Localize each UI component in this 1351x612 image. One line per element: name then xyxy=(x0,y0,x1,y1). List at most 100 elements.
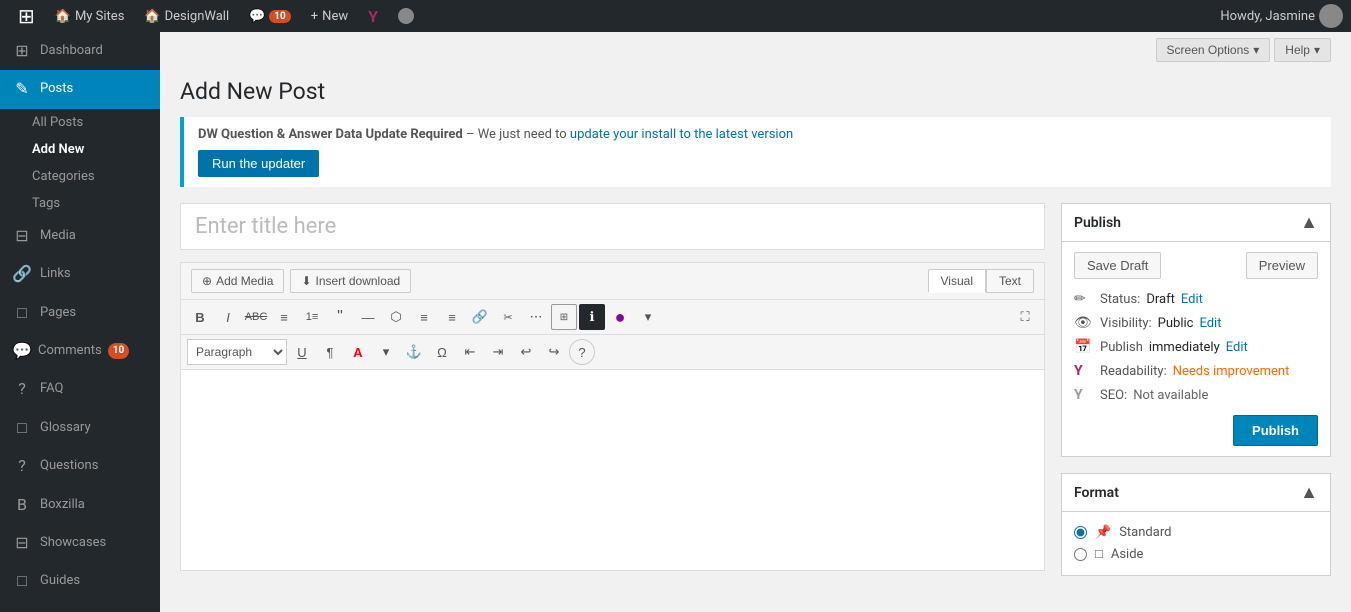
submenu-tags[interactable]: Tags xyxy=(0,190,160,217)
toolbar-align-left[interactable]: ⬡ xyxy=(383,304,409,330)
add-media-button[interactable]: ⊕ Add Media xyxy=(191,269,284,293)
site-icon: 🏠 xyxy=(144,9,160,24)
main-content: Screen Options ▾ Help ▾ Add New Post DW … xyxy=(160,32,1351,612)
toolbar-redo[interactable]: ↪ xyxy=(541,339,567,365)
insert-download-button[interactable]: ⬇ Insert download xyxy=(290,269,411,293)
yoast-icon-button[interactable]: Y xyxy=(358,0,388,32)
sidebar-item-media[interactable]: ⊟ Media xyxy=(0,217,160,255)
editor-content-area[interactable] xyxy=(181,370,1044,570)
publish-timing-value: immediately xyxy=(1149,340,1220,355)
toolbar-help[interactable]: ? xyxy=(569,339,595,365)
toolbar-undo[interactable]: ↩ xyxy=(513,339,539,365)
new-content-button[interactable]: + New xyxy=(301,0,358,32)
run-updater-button[interactable]: Run the updater xyxy=(198,150,319,177)
toolbar-info[interactable]: ℹ xyxy=(579,304,605,330)
new-label: New xyxy=(322,9,348,24)
sidebar-item-boxzilla[interactable]: B Boxzilla xyxy=(0,486,160,524)
toolbar-hr[interactable]: — xyxy=(355,304,381,330)
toolbar-align-center[interactable]: ≡ xyxy=(411,304,437,330)
toolbar-table[interactable]: ⊞ xyxy=(551,304,577,330)
submenu-categories[interactable]: Categories xyxy=(0,163,160,190)
format-aside-icon: □ xyxy=(1095,546,1103,562)
post-title-input[interactable] xyxy=(180,203,1045,250)
tab-text[interactable]: Text xyxy=(986,269,1034,293)
toolbar-strikethrough[interactable]: ABC xyxy=(243,304,269,330)
toolbar-bold[interactable]: B xyxy=(187,304,213,330)
toolbar-text-color[interactable]: A xyxy=(345,339,371,365)
status-label: Status: xyxy=(1100,292,1140,307)
toolbar-purple-circle[interactable]: ● xyxy=(607,304,633,330)
sidebar-label-posts: Posts xyxy=(40,80,73,98)
adminbar-user[interactable]: Howdy, Jasmine xyxy=(1220,4,1343,28)
notice-separator: – We just need to xyxy=(466,127,570,142)
sidebar-item-posts[interactable]: ✎ Posts xyxy=(0,70,160,108)
page-title: Add New Post xyxy=(180,78,1331,105)
toolbar-ul[interactable]: ≡ xyxy=(271,304,297,330)
toolbar-color-dropdown[interactable]: ▾ xyxy=(373,339,399,365)
toolbar-fullscreen[interactable]: ⛶ xyxy=(1012,304,1038,330)
publish-button[interactable]: Publish xyxy=(1233,415,1318,446)
status-edit-link[interactable]: Edit xyxy=(1181,292,1203,307)
wp-logo-icon: ⊞ xyxy=(18,4,35,28)
sidebar-item-questions[interactable]: ? Questions xyxy=(0,447,160,485)
toolbar-align-right[interactable]: ≡ xyxy=(439,304,465,330)
status-icon: ✏ xyxy=(1074,291,1094,307)
save-draft-button[interactable]: Save Draft xyxy=(1074,252,1161,279)
toolbar-more[interactable]: ⋯ xyxy=(523,304,549,330)
user-status-icon[interactable] xyxy=(388,0,424,32)
comments-button[interactable]: 💬 10 xyxy=(239,0,301,32)
publish-metabox-header[interactable]: Publish ▲ xyxy=(1062,204,1330,242)
tab-visual[interactable]: Visual xyxy=(928,269,986,293)
sidebar-item-links[interactable]: 🔗 Links xyxy=(0,255,160,293)
toolbar-outdent[interactable]: ⇤ xyxy=(457,339,483,365)
screen-options-button[interactable]: Screen Options ▾ xyxy=(1156,38,1271,62)
sidebar-item-pages[interactable]: □ Pages xyxy=(0,294,160,332)
notice-link[interactable]: update your install to the latest versio… xyxy=(570,127,793,142)
format-radio-aside[interactable] xyxy=(1074,548,1087,561)
site-name-link[interactable]: 🏠 DesignWall xyxy=(134,0,239,32)
format-metabox: Format ▲ 📌 Standard xyxy=(1061,473,1331,576)
format-title: Format xyxy=(1074,485,1119,501)
toolbar-special-char[interactable]: Ω xyxy=(429,339,455,365)
post-editor-wrap: ⊕ Add Media ⬇ Insert download Visual xyxy=(180,203,1331,592)
format-metabox-header[interactable]: Format ▲ xyxy=(1062,474,1330,512)
toolbar-anchor[interactable]: ⚓ xyxy=(401,339,427,365)
visibility-edit-link[interactable]: Edit xyxy=(1199,316,1221,331)
help-button[interactable]: Help ▾ xyxy=(1274,38,1331,62)
sidebar-item-guides[interactable]: □ Guides xyxy=(0,562,160,600)
toolbar-indent[interactable]: ⇥ xyxy=(485,339,511,365)
editor-area: ⊕ Add Media ⬇ Insert download Visual xyxy=(180,203,1045,571)
my-sites-menu[interactable]: 🏠 My Sites xyxy=(45,0,135,32)
publish-toggle-icon: ▲ xyxy=(1300,212,1318,233)
format-standard-label: Standard xyxy=(1119,525,1171,540)
submenu-all-posts[interactable]: All Posts xyxy=(0,109,160,136)
media-icon: ⊟ xyxy=(12,225,32,247)
toolbar-italic[interactable]: I xyxy=(215,304,241,330)
sidebar-item-showcases[interactable]: ⊟ Showcases xyxy=(0,524,160,562)
sidebar-item-comments[interactable]: 💬 Comments 10 xyxy=(0,332,160,370)
toolbar-link[interactable]: 🔗 xyxy=(467,304,493,330)
toolbar-paragraph[interactable]: ¶ xyxy=(317,339,343,365)
toolbar-unlink[interactable]: ✂ xyxy=(495,304,521,330)
links-icon: 🔗 xyxy=(12,263,32,285)
wp-logo-button[interactable]: ⊞ xyxy=(8,0,45,32)
toolbar-dropdown[interactable]: ▾ xyxy=(635,304,661,330)
sidebar-label-guides: Guides xyxy=(40,572,80,590)
submenu-add-new[interactable]: Add New xyxy=(0,136,160,163)
toolbar-blockquote[interactable]: " xyxy=(327,304,353,330)
faq-icon: ? xyxy=(12,378,32,400)
preview-button[interactable]: Preview xyxy=(1246,252,1318,279)
format-select[interactable]: Paragraph Heading 1 Heading 2 Heading 3 … xyxy=(187,339,287,365)
sidebar-item-dashboard[interactable]: ⊞ Dashboard xyxy=(0,32,160,70)
publish-time-edit-link[interactable]: Edit xyxy=(1226,340,1248,355)
user-circle-icon xyxy=(398,8,414,24)
toolbar-underline[interactable]: U xyxy=(289,339,315,365)
sidebar-item-glossary[interactable]: □ Glossary xyxy=(0,409,160,447)
visibility-row: 👁 Visibility: Public Edit xyxy=(1074,315,1318,331)
toolbar-ol[interactable]: 1≡ xyxy=(299,304,325,330)
format-radio-standard[interactable] xyxy=(1074,526,1087,539)
help-label: Help xyxy=(1285,43,1310,57)
sidebar-item-faq[interactable]: ? FAQ xyxy=(0,370,160,408)
dashboard-icon: ⊞ xyxy=(12,40,32,62)
publish-metabox: Publish ▲ Save Draft Preview ✏ xyxy=(1061,203,1331,457)
